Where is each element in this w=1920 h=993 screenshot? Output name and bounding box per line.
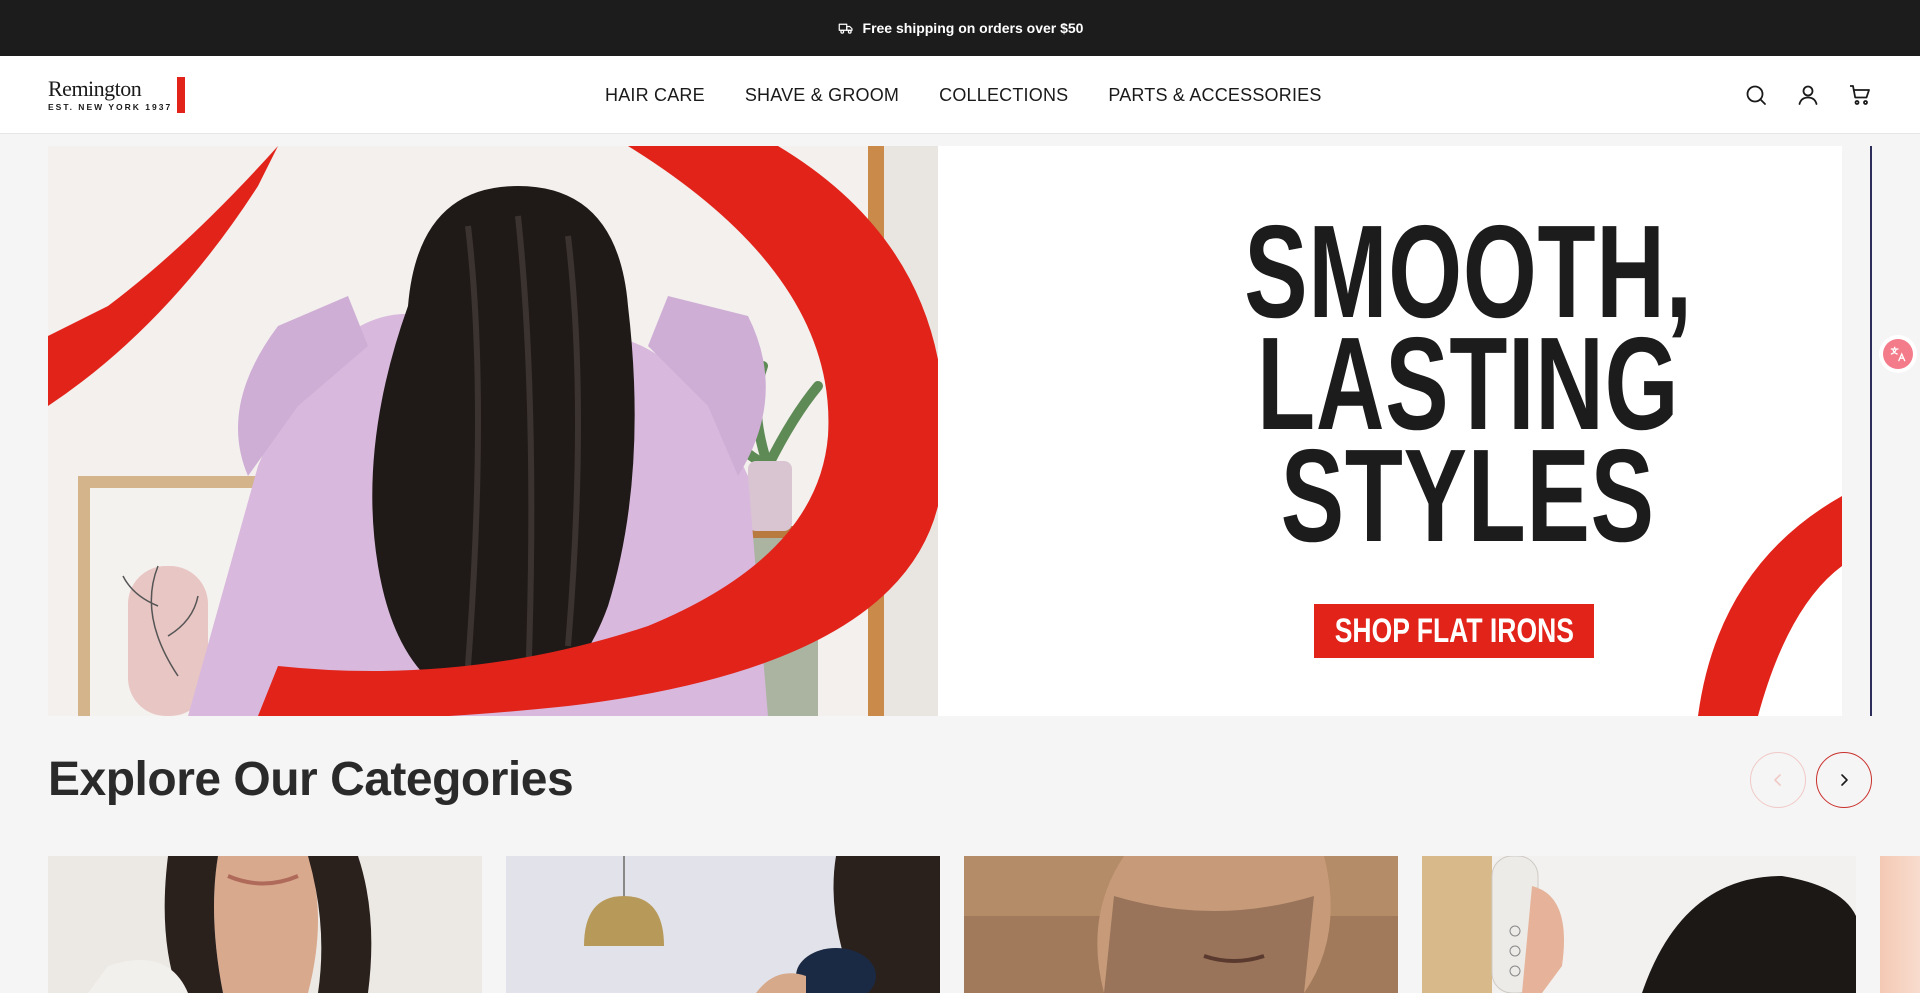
- logo-tagline: EST. NEW YORK 1937: [48, 101, 173, 112]
- nav-hair-care[interactable]: HAIR CARE: [605, 85, 705, 106]
- category-card-hair-styling[interactable]: [1422, 856, 1856, 993]
- categories-title: Explore Our Categories: [48, 753, 574, 806]
- logo[interactable]: Remington EST. NEW YORK 1937: [48, 75, 208, 113]
- category-image: [506, 856, 940, 993]
- header-actions: [1744, 56, 1872, 134]
- category-card-next-peek[interactable]: [1880, 856, 1920, 993]
- site-header: Remington EST. NEW YORK 1937 HAIR CARE S…: [0, 56, 1920, 134]
- logo-red-bar: [177, 76, 186, 113]
- category-card-beard-trimming[interactable]: [964, 856, 1398, 993]
- category-card-hair-straightening[interactable]: [48, 856, 482, 993]
- category-image: [964, 856, 1398, 993]
- nav-collections[interactable]: COLLECTIONS: [939, 85, 1068, 106]
- chevron-right-icon: [1841, 774, 1848, 786]
- announcement-bar: Free shipping on orders over $50: [0, 0, 1920, 56]
- category-card-hair-drying[interactable]: [506, 856, 940, 993]
- search-icon[interactable]: [1744, 83, 1768, 107]
- main-nav: HAIR CARE SHAVE & GROOM COLLECTIONS PART…: [605, 56, 1322, 134]
- cart-icon[interactable]: [1848, 83, 1872, 107]
- nav-shave-groom[interactable]: SHAVE & GROOM: [745, 85, 899, 106]
- hero-copy: SMOOTH, LASTING STYLES SHOP FLAT IRONS: [938, 146, 1842, 716]
- hero-headline: SMOOTH, LASTING STYLES: [1208, 206, 1728, 569]
- account-icon[interactable]: [1796, 83, 1820, 107]
- logo-name: Remington: [48, 75, 142, 101]
- nav-parts-accessories[interactable]: PARTS & ACCESSORIES: [1108, 85, 1321, 106]
- headline-line-3: STYLES: [1281, 422, 1655, 569]
- shop-flat-irons-label: SHOP FLAT IRONS: [1334, 611, 1574, 650]
- truck-icon: [838, 23, 853, 34]
- chevron-left-icon: [1774, 774, 1781, 786]
- category-image: [1422, 856, 1856, 993]
- hero-image: [48, 146, 938, 716]
- category-image: [48, 856, 482, 993]
- translate-icon: [1890, 346, 1906, 362]
- categories-next-button[interactable]: [1816, 752, 1872, 808]
- next-slide-edge: [1870, 146, 1872, 716]
- announcement-text: Free shipping on orders over $50: [862, 20, 1084, 36]
- category-carousel: [48, 856, 1856, 993]
- shop-flat-irons-button[interactable]: SHOP FLAT IRONS: [1314, 604, 1594, 658]
- logo-wordmark: Remington EST. NEW YORK 1937: [48, 75, 173, 112]
- translate-widget[interactable]: [1883, 339, 1913, 369]
- categories-prev-button[interactable]: [1750, 752, 1806, 808]
- hero-banner[interactable]: SMOOTH, LASTING STYLES SHOP FLAT IRONS: [48, 146, 1842, 716]
